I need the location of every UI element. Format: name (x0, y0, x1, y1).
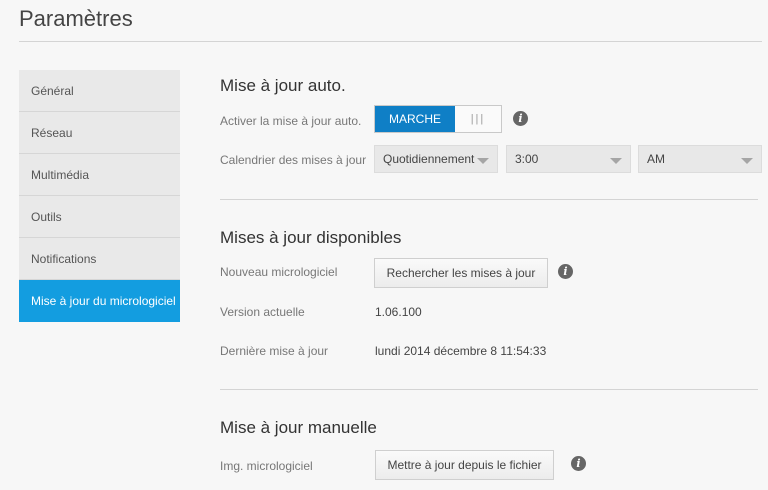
sidebar-item-firmware-update[interactable]: Mise à jour du micrologiciel (19, 280, 180, 322)
sidebar-item-notifications[interactable]: Notifications (19, 238, 180, 280)
time-select-value: 3:00 (515, 152, 539, 166)
section-title-manual-update: Mise à jour manuelle (220, 418, 377, 437)
info-icon[interactable]: i (513, 111, 528, 126)
toggle-off-handle: ||| (455, 106, 501, 132)
upload-firmware-button[interactable]: Mettre à jour depuis le fichier (375, 450, 554, 480)
section-divider (220, 199, 758, 200)
chevron-down-icon (610, 158, 622, 164)
new-firmware-label: Nouveau micrologiciel (220, 265, 338, 279)
check-updates-button[interactable]: Rechercher les mises à jour (374, 258, 548, 288)
chevron-down-icon (741, 158, 753, 164)
enable-auto-update-label: Activer la mise à jour auto. (220, 114, 362, 128)
sidebar-item-media[interactable]: Multimédia (19, 154, 180, 196)
chevron-down-icon (477, 158, 489, 164)
firmware-image-label: Img. micrologiciel (220, 459, 313, 473)
update-schedule-label: Calendrier des mises à jour (220, 153, 367, 167)
sidebar-item-network[interactable]: Réseau (19, 112, 180, 154)
frequency-select-value: Quotidiennement (383, 152, 475, 166)
sidebar-item-tools[interactable]: Outils (19, 196, 180, 238)
auto-update-toggle[interactable]: MARCHE ||| (374, 105, 502, 133)
section-title-auto-update: Mise à jour auto. (220, 76, 346, 95)
page-title: Paramètres (19, 6, 133, 31)
frequency-select[interactable]: Quotidiennement (374, 145, 498, 173)
ampm-select-value: AM (647, 152, 665, 166)
last-update-label: Dernière mise à jour (220, 344, 329, 358)
sidebar: Général Réseau Multimédia Outils Notific… (19, 70, 180, 322)
current-version-label: Version actuelle (220, 305, 305, 319)
info-icon[interactable]: i (558, 264, 573, 279)
section-title-available-updates: Mises à jour disponibles (220, 228, 402, 247)
ampm-select[interactable]: AM (638, 145, 762, 173)
last-update-value: lundi 2014 décembre 8 11:54:33 (375, 344, 547, 358)
sidebar-item-general[interactable]: Général (19, 70, 180, 112)
section-divider (220, 389, 758, 390)
title-divider (19, 41, 762, 42)
time-select[interactable]: 3:00 (506, 145, 631, 173)
info-icon[interactable]: i (571, 456, 586, 471)
toggle-on-label: MARCHE (375, 106, 455, 132)
current-version-value: 1.06.100 (375, 305, 422, 319)
